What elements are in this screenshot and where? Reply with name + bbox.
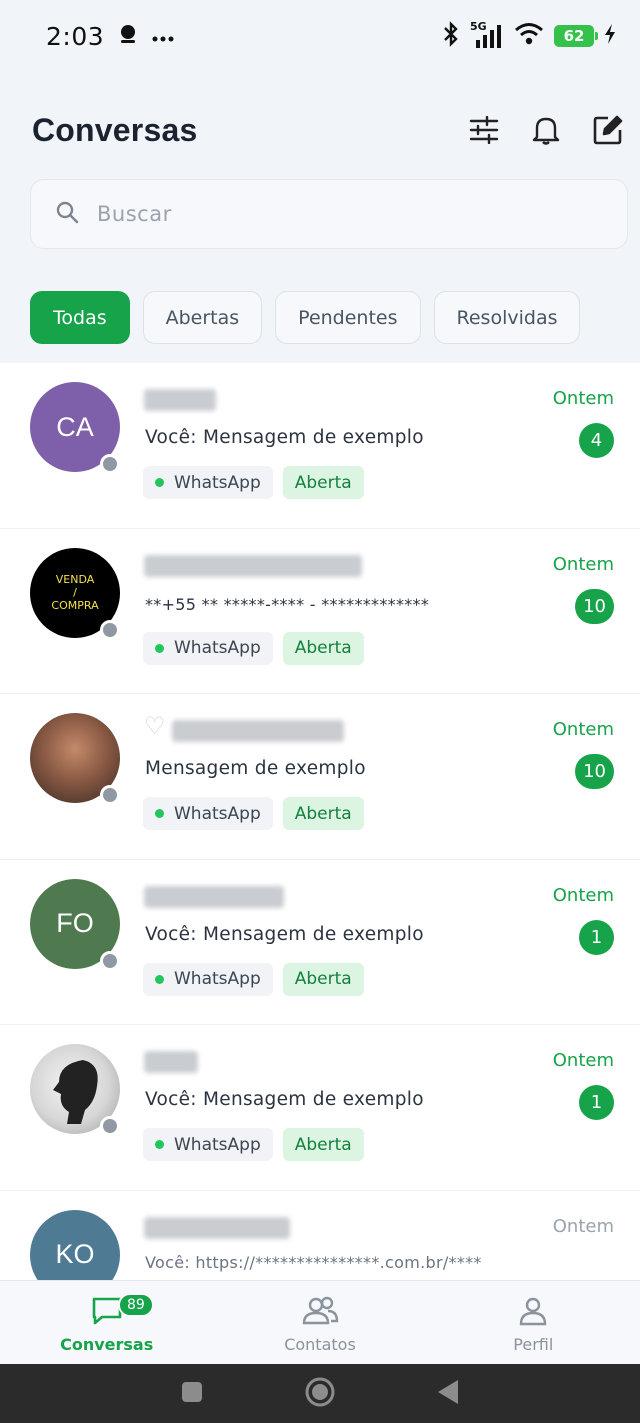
battery-level: 62 (563, 27, 585, 45)
filter-chip-todas[interactable]: Todas (30, 291, 130, 344)
contact-name-redacted (144, 554, 362, 577)
channel-tag: WhatsApp (143, 466, 273, 499)
avatar-text-line: / (73, 585, 77, 599)
page-title: Conversas (32, 111, 198, 148)
channel-dot-icon (155, 809, 164, 818)
conversation-time: Ontem (552, 884, 614, 906)
channel-tag: WhatsApp (143, 631, 273, 665)
presence-indicator (100, 785, 120, 805)
presence-indicator (100, 454, 120, 474)
search-icon (55, 200, 79, 228)
channel-dot-icon (155, 974, 164, 984)
portrait-silhouette-icon (53, 1060, 98, 1124)
channel-label: WhatsApp (174, 472, 261, 493)
notification-icon (118, 23, 138, 49)
avatar-text-line: COMPRA (51, 599, 99, 613)
unread-badge: 1 (579, 919, 614, 955)
contact-name-redacted (172, 720, 344, 742)
filter-chip-pendentes[interactable]: Pendentes (275, 291, 421, 344)
filter-tabs: Todas Abertas Pendentes Resolvidas (30, 291, 581, 344)
nav-label: Perfil (513, 1335, 554, 1354)
channel-tag: WhatsApp (143, 1128, 273, 1161)
system-navigation-bar (0, 1364, 640, 1423)
nav-item-conversas[interactable]: 89 Conversas (0, 1281, 213, 1364)
unread-badge: 10 (575, 754, 614, 789)
nav-label: Contatos (284, 1335, 356, 1354)
unread-badge: 4 (579, 423, 614, 458)
battery-indicator: 62 (554, 25, 598, 47)
conversation-time: Ontem (552, 1215, 614, 1237)
home-button[interactable] (304, 1376, 336, 1412)
conversation-item[interactable]: VENDA / COMPRA **+55 ** *****-**** - ***… (0, 529, 640, 694)
channel-label: WhatsApp (174, 969, 261, 989)
search-placeholder: Buscar (97, 202, 172, 226)
conversation-time: Ontem (552, 1050, 614, 1071)
charging-icon (604, 23, 616, 49)
recents-button[interactable] (180, 1380, 204, 1408)
channel-dot-icon (155, 643, 164, 653)
contact-name-redacted (144, 389, 216, 411)
avatar: KO (30, 1209, 120, 1280)
unread-badge: 1 (579, 1085, 614, 1120)
nav-label: Conversas (60, 1335, 154, 1354)
status-tag: Aberta (282, 466, 364, 499)
profile-icon (517, 1295, 549, 1331)
filter-sliders-icon[interactable] (466, 112, 502, 148)
contact-name-redacted (144, 885, 284, 908)
message-preview: **+55 ** *****-**** - ************* (145, 594, 430, 614)
message-preview: Você: Mensagem de exemplo (145, 427, 424, 448)
signal-icon: 5G (470, 20, 504, 50)
conversation-list: CA Você: Mensagem de exemplo WhatsApp Ab… (0, 363, 640, 1280)
message-preview: Você: Mensagem de exemplo (145, 1089, 424, 1110)
status-tag: Aberta (282, 631, 364, 665)
unread-badge: 10 (575, 588, 614, 624)
channel-label: WhatsApp (174, 803, 261, 824)
conversation-item[interactable]: FO Você: Mensagem de exemplo WhatsApp Ab… (0, 860, 640, 1025)
compose-icon[interactable] (590, 112, 626, 148)
channel-label: WhatsApp (174, 638, 261, 658)
contact-name-redacted (144, 1216, 290, 1239)
bottom-navigation: 89 Conversas Contatos Perfil (0, 1280, 640, 1364)
status-tag: Aberta (282, 1128, 364, 1161)
contact-name-redacted (144, 1051, 198, 1073)
channel-dot-icon (155, 1140, 164, 1149)
bell-icon[interactable] (528, 112, 564, 148)
status-tag: Aberta (282, 962, 364, 996)
channel-tag: WhatsApp (143, 962, 273, 996)
search-input[interactable]: Buscar (30, 179, 628, 249)
conversation-time: Ontem (552, 388, 614, 409)
conversation-time: Ontem (552, 553, 614, 575)
unread-count-badge: 89 (118, 1293, 154, 1317)
avatar-text-line: VENDA (55, 572, 95, 586)
heart-icon: ♡ (144, 712, 166, 740)
status-time: 2:03 (46, 21, 105, 51)
conversation-time: Ontem (552, 719, 614, 740)
conversation-item[interactable]: Você: Mensagem de exemplo WhatsApp Abert… (0, 1025, 640, 1191)
bluetooth-icon (442, 21, 460, 51)
message-preview: Mensagem de exemplo (145, 758, 366, 779)
nav-item-perfil[interactable]: Perfil (427, 1281, 640, 1364)
back-button[interactable] (436, 1379, 460, 1409)
status-tag: Aberta (282, 797, 364, 830)
conversation-item[interactable]: KO Você: https://***************.com.br/… (0, 1191, 640, 1280)
channel-dot-icon (155, 478, 164, 487)
filter-chip-resolvidas[interactable]: Resolvidas (433, 291, 581, 344)
conversation-item[interactable]: ♡ Mensagem de exemplo WhatsApp Aberta On… (0, 694, 640, 860)
channel-tag: WhatsApp (143, 797, 273, 830)
presence-indicator (100, 950, 120, 971)
presence-indicator (100, 619, 120, 640)
status-bar: 2:03 5G 62 (0, 0, 640, 72)
more-icon (152, 27, 174, 46)
channel-label: WhatsApp (174, 1134, 261, 1155)
header: Conversas (32, 100, 626, 160)
filter-chip-abertas[interactable]: Abertas (142, 291, 263, 344)
contacts-icon (301, 1295, 339, 1331)
nav-item-contatos[interactable]: Contatos (213, 1281, 426, 1364)
wifi-icon (514, 22, 544, 50)
presence-indicator (100, 1116, 120, 1136)
message-preview: Você: Mensagem de exemplo (145, 923, 424, 945)
conversation-item[interactable]: CA Você: Mensagem de exemplo WhatsApp Ab… (0, 363, 640, 529)
message-preview: Você: https://***************.com.br/***… (145, 1252, 482, 1272)
